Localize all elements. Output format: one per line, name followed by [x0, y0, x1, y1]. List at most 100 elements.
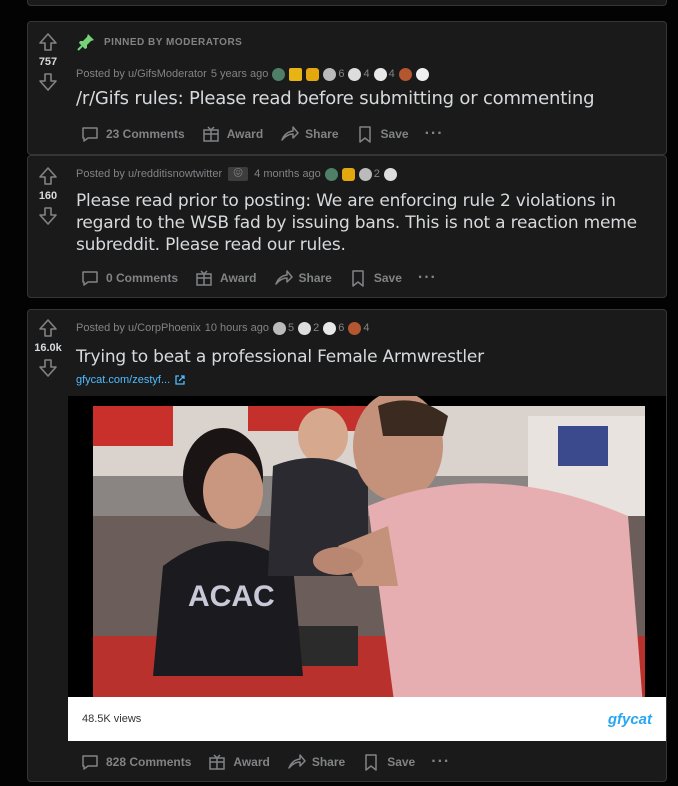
external-link-icon — [175, 375, 185, 385]
comments-button[interactable]: 828 Comments — [72, 748, 199, 776]
share-icon — [274, 270, 293, 285]
share-icon — [288, 754, 306, 769]
share-label: Share — [298, 271, 332, 285]
vote-score: 757 — [38, 56, 58, 68]
external-link[interactable]: gfycat.com/zestyf... — [76, 374, 658, 386]
pin-icon — [77, 34, 94, 51]
svg-text:ACAC: ACAC — [188, 580, 275, 613]
award-count: 6 — [338, 322, 345, 334]
bookmark-icon — [352, 270, 364, 287]
shield-award-icon[interactable] — [272, 67, 286, 81]
downvote-icon[interactable] — [38, 72, 58, 92]
comments-label: 828 Comments — [106, 755, 192, 769]
video-player[interactable]: ACAC — [68, 396, 666, 731]
upvote-icon[interactable] — [38, 32, 58, 52]
comments-label: 23 Comments — [106, 127, 185, 141]
downvote-icon[interactable] — [38, 206, 58, 226]
more-options-button[interactable]: ··· — [410, 265, 445, 291]
poop-award-icon[interactable] — [398, 67, 412, 81]
vote-column: 16.0k — [28, 318, 68, 378]
hands-award-icon[interactable]: 5 — [272, 321, 295, 335]
share-button[interactable]: Share — [265, 264, 340, 292]
award-label: Award — [226, 127, 264, 141]
upvote-icon[interactable] — [38, 166, 58, 186]
comment-icon — [82, 755, 98, 770]
post-time[interactable]: 10 hours ago — [205, 322, 269, 334]
comments-label: 0 Comments — [106, 271, 179, 285]
post-card[interactable]: 16.0k Posted by u/CorpPhoenix 10 hours a… — [27, 309, 667, 782]
posted-by[interactable]: Posted by u/redditisnowtwitter — [76, 168, 222, 180]
hands-award-icon[interactable]: 6 — [323, 67, 345, 81]
comments-button[interactable]: 23 Comments — [72, 120, 193, 148]
face-award-icon[interactable]: 2 — [298, 321, 320, 335]
share-button[interactable]: Share — [278, 748, 353, 776]
save-label: Save — [373, 271, 402, 285]
posted-by[interactable]: Posted by u/GifsModerator — [76, 68, 207, 80]
award-count: 5 — [287, 322, 295, 334]
post-time[interactable]: 4 months ago — [254, 168, 321, 180]
lock-award-icon[interactable] — [341, 167, 355, 181]
comment-icon — [82, 271, 98, 286]
post-title-line: Please read prior to posting: We are enf… — [76, 191, 616, 211]
post-card[interactable]: 757 PINNED BY MODERATORS Posted by u/Gif… — [27, 21, 667, 155]
vote-column: 757 — [28, 32, 68, 92]
silver-award-icon[interactable]: 6 — [323, 321, 345, 335]
award-label: Award — [233, 755, 270, 769]
share-label: Share — [305, 127, 339, 141]
upvote-icon[interactable] — [38, 318, 58, 338]
post-meta: Posted by u/redditisnowtwitter 😖 4 month… — [76, 166, 658, 182]
award-count: 4 — [363, 68, 370, 80]
shield-award-icon[interactable] — [324, 167, 338, 181]
downvote-icon[interactable] — [38, 358, 58, 378]
comment-icon — [82, 127, 98, 142]
emoji-award-icon[interactable] — [415, 67, 429, 81]
post-meta: Posted by u/GifsModerator 5 years ago 6 … — [76, 66, 658, 82]
post-actions: 828 Comments Award Share Save ··· — [72, 748, 458, 776]
post-time[interactable]: 5 years ago — [211, 68, 268, 80]
share-button[interactable]: Share — [271, 120, 346, 148]
comments-button[interactable]: 0 Comments — [72, 264, 186, 292]
bookmark-icon — [358, 126, 371, 143]
save-label: Save — [380, 127, 409, 141]
more-options-button[interactable]: ··· — [423, 749, 458, 775]
vote-column: 160 — [28, 166, 68, 226]
ellipsis-icon: ··· — [431, 753, 451, 770]
award-label: Award — [220, 271, 257, 285]
post-title-line: regard to the WSB fad by issuing bans. T… — [76, 213, 637, 233]
hands-award-icon[interactable]: 2 — [358, 167, 380, 181]
post-title-line: subreddit. Please read our rules. — [76, 235, 346, 255]
post-actions: 23 Comments Award Share Save ··· — [72, 120, 452, 148]
gfycat-logo[interactable]: gfycat — [608, 711, 652, 728]
video-info-bar: 48.5K views gfycat — [68, 697, 666, 741]
pinned-label: PINNED BY MODERATORS — [76, 32, 658, 52]
silver-award-icon[interactable]: 4 — [373, 67, 395, 81]
save-label: Save — [387, 755, 416, 769]
lock-award-icon[interactable] — [306, 67, 320, 81]
gold-award-icon[interactable] — [289, 67, 303, 81]
post-title[interactable]: /r/Gifs rules: Please read before submit… — [76, 88, 658, 110]
award-count: 2 — [313, 322, 320, 334]
poop-award-icon[interactable]: 4 — [348, 321, 370, 335]
award-button[interactable]: Award — [186, 264, 264, 292]
save-button[interactable]: Save — [353, 748, 423, 776]
save-button[interactable]: Save — [347, 120, 417, 148]
face-award-icon[interactable]: 4 — [348, 67, 370, 81]
ellipsis-icon: ··· — [417, 269, 437, 286]
post-card[interactable]: 160 Posted by u/redditisnowtwitter 😖 4 m… — [27, 155, 667, 298]
award-count: 2 — [373, 168, 380, 180]
post-title[interactable]: Trying to beat a professional Female Arm… — [76, 346, 658, 368]
more-options-button[interactable]: ··· — [417, 121, 452, 147]
face-award-icon[interactable] — [383, 167, 397, 181]
post-meta: Posted by u/CorpPhoenix 10 hours ago 5 2… — [76, 320, 658, 336]
award-count: 6 — [338, 68, 345, 80]
vote-score: 16.0k — [34, 342, 62, 354]
video-frame-image: ACAC — [68, 396, 666, 731]
award-count: 4 — [363, 322, 370, 334]
posted-by[interactable]: Posted by u/CorpPhoenix — [76, 322, 201, 334]
award-button[interactable]: Award — [193, 120, 271, 148]
award-button[interactable]: Award — [199, 748, 277, 776]
save-button[interactable]: Save — [340, 264, 410, 292]
user-flair-icon: 😖 — [228, 167, 249, 181]
previous-post-card-edge — [27, 0, 667, 6]
post-title[interactable]: Please read prior to posting: We are enf… — [76, 190, 658, 256]
